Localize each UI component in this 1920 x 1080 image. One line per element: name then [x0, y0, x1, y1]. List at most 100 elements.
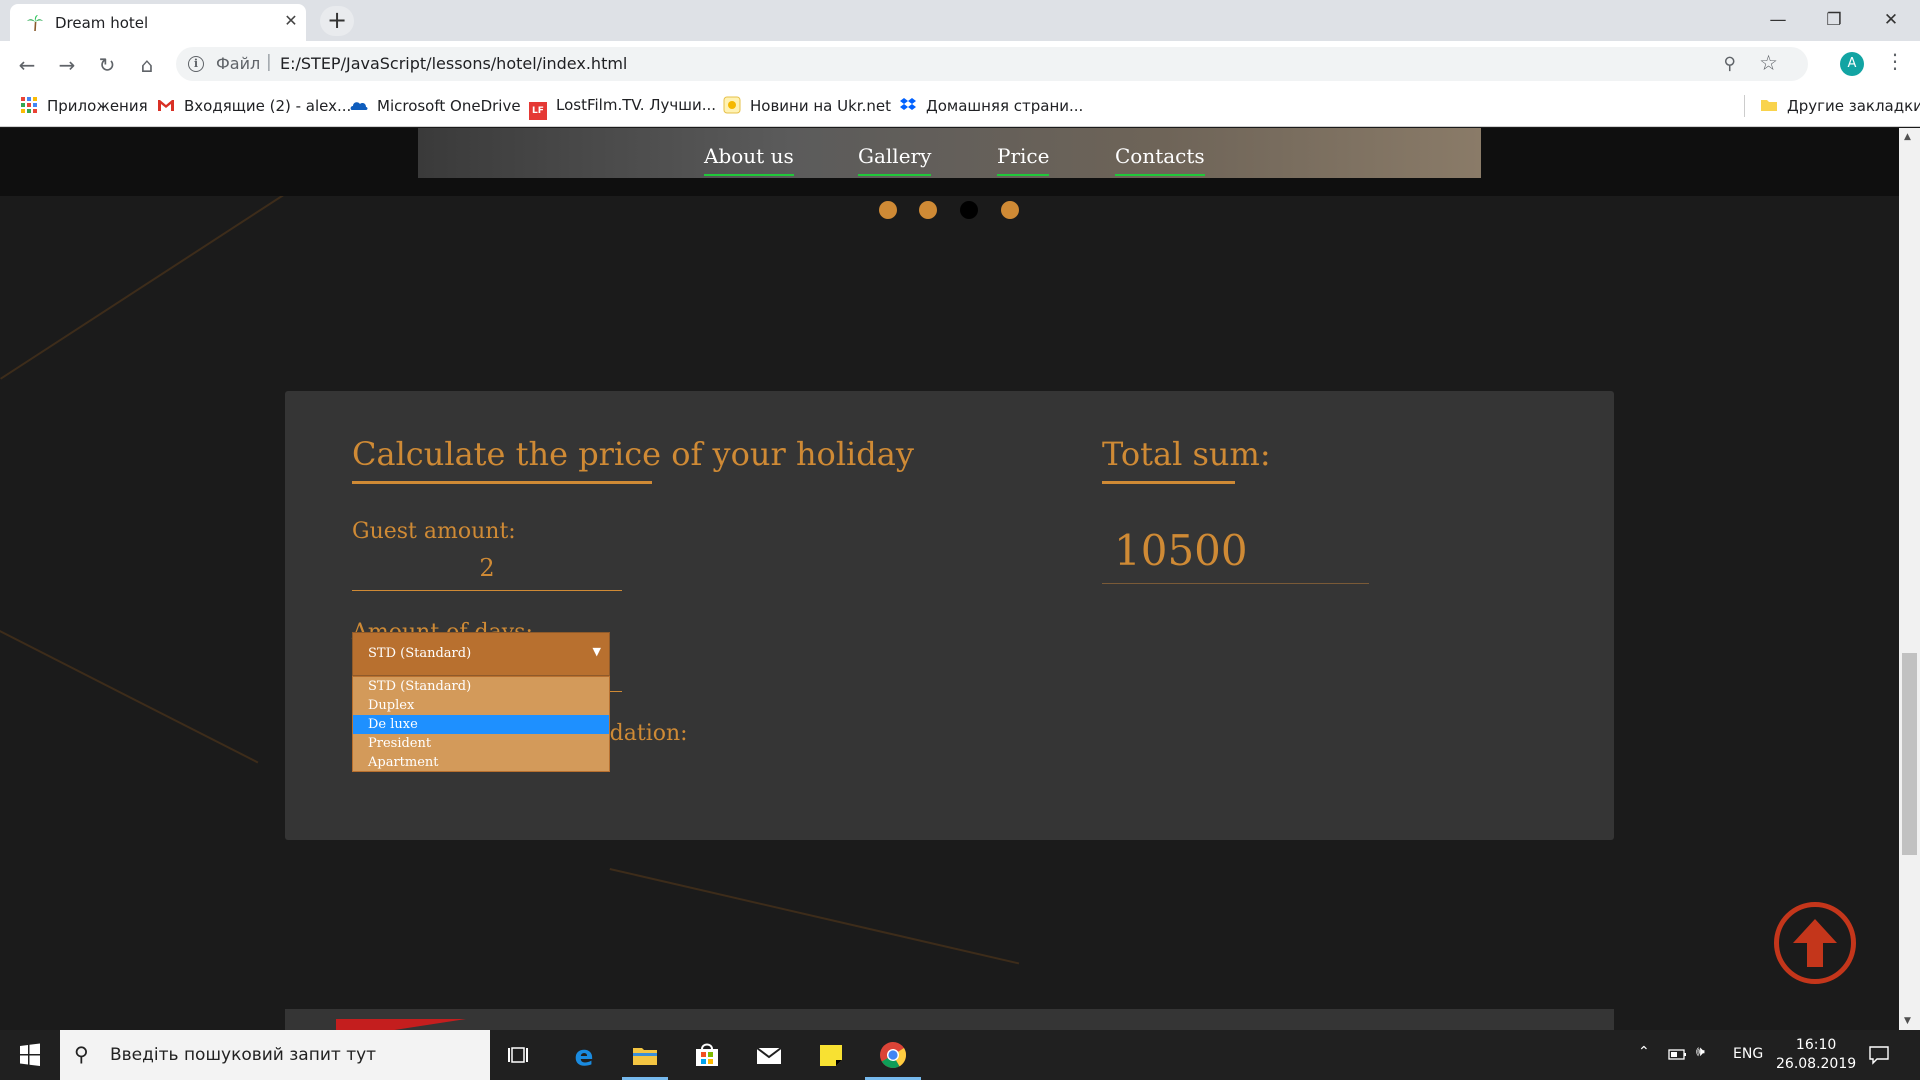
tab-title: Dream hotel — [55, 14, 149, 32]
select-current-value: STD (Standard) — [368, 646, 472, 661]
bookmark-label: Microsoft OneDrive — [377, 97, 521, 115]
bookmark-lostfilm[interactable]: LF LostFilm.TV. Лучши... — [529, 96, 716, 120]
scroll-down-arrow-icon[interactable]: ▼ — [1904, 1016, 1911, 1026]
guest-amount-label: Guest amount: — [352, 519, 516, 544]
edge-browser-icon[interactable]: e — [569, 1040, 599, 1070]
task-view-icon[interactable] — [505, 1040, 535, 1070]
bookmark-home-page[interactable]: Домашняя страни... — [899, 96, 1083, 115]
browser-toolbar: ← → ↻ ⌂ i Файл | E:/STEP/JavaScript/less… — [0, 41, 1920, 87]
page-scrollbar[interactable]: ▲ ▼ — [1899, 128, 1920, 1030]
kebab-menu-icon[interactable]: ⋮ — [1885, 49, 1905, 73]
slider-dot-active[interactable] — [960, 201, 978, 219]
decorative-line — [0, 181, 304, 380]
bookmark-apps[interactable]: Приложения — [20, 96, 148, 115]
option-deluxe[interactable]: De luxe — [353, 715, 609, 734]
store-icon[interactable] — [692, 1040, 722, 1070]
close-tab-icon[interactable]: ✕ — [280, 10, 302, 32]
restore-icon[interactable]: ❐ — [1814, 8, 1854, 32]
next-section-panel — [285, 1009, 1614, 1030]
browser-tabstrip: Dream hotel ✕ + — ❐ ✕ — [0, 0, 1920, 41]
slider-dot[interactable] — [919, 201, 937, 219]
profile-avatar[interactable]: A — [1840, 52, 1864, 76]
address-bar[interactable]: i Файл | E:/STEP/JavaScript/lessons/hote… — [176, 47, 1808, 81]
bookmarks-divider — [1744, 95, 1745, 117]
decorative-line — [609, 868, 1020, 965]
file-explorer-icon[interactable] — [630, 1040, 660, 1070]
nav-about-us[interactable]: About us — [704, 144, 794, 176]
reload-icon[interactable]: ↻ — [93, 51, 121, 79]
url-text[interactable]: E:/STEP/JavaScript/lessons/hotel/index.h… — [280, 54, 627, 73]
nav-price[interactable]: Price — [997, 144, 1050, 176]
calculator-title: Calculate the price of your holiday — [352, 435, 914, 473]
bookmark-label: Новини на Ukr.net — [750, 97, 891, 115]
bookmark-onedrive[interactable]: Microsoft OneDrive — [350, 96, 521, 115]
battery-icon[interactable] — [1668, 1046, 1688, 1062]
chrome-icon[interactable] — [878, 1040, 908, 1070]
decorative-line — [0, 630, 259, 764]
mail-icon[interactable] — [754, 1040, 784, 1070]
onedrive-cloud-icon — [350, 102, 368, 110]
clock-time: 16:10 — [1795, 1037, 1837, 1053]
dropbox-icon — [900, 98, 916, 110]
close-window-icon[interactable]: ✕ — [1871, 8, 1911, 32]
new-tab-button[interactable]: + — [320, 6, 354, 36]
ukrnet-icon — [723, 96, 741, 114]
bookmark-label: Входящие (2) - alex... — [184, 97, 352, 115]
nav-contacts[interactable]: Contacts — [1115, 144, 1205, 176]
bookmark-label: Другие закладки — [1787, 97, 1920, 115]
page-viewport: About us Gallery Price Contacts Calculat… — [0, 128, 1899, 1030]
sticky-notes-icon[interactable] — [816, 1040, 846, 1070]
option-president[interactable]: President — [353, 734, 609, 753]
folder-icon — [1761, 100, 1777, 111]
url-separator: | — [266, 52, 272, 72]
lostfilm-icon: LF — [529, 102, 547, 120]
home-icon[interactable]: ⌂ — [133, 51, 161, 79]
price-calculator: Calculate the price of your holiday Gues… — [285, 391, 1614, 840]
zoom-icon[interactable]: ⚲ — [1724, 54, 1736, 74]
bookmark-gmail[interactable]: Входящие (2) - alex... — [157, 96, 351, 115]
gmail-icon — [158, 100, 174, 111]
option-apartment[interactable]: Apartment — [353, 753, 609, 772]
minimize-icon[interactable]: — — [1758, 8, 1798, 32]
accommodation-options: STD (Standard) Duplex De luxe President … — [352, 676, 610, 772]
option-standard[interactable]: STD (Standard) — [353, 677, 609, 696]
bookmark-other[interactable]: Другие закладки — [1760, 96, 1920, 115]
bookmark-star-icon[interactable]: ☆ — [1759, 51, 1778, 75]
slider-dot[interactable] — [1001, 201, 1019, 219]
windows-taskbar: ⚲ Введіть пошуковий запит тут e ⌃ 🕪 ENG … — [0, 1030, 1920, 1080]
taskbar-clock[interactable]: 16:10 26.08.2019 — [1776, 1036, 1856, 1074]
guest-amount-input[interactable]: 2 — [352, 551, 622, 591]
total-underline — [1102, 481, 1235, 484]
windows-start-icon[interactable] — [0, 1030, 60, 1080]
bookmark-label: Домашняя страни... — [926, 97, 1084, 115]
title-underline — [352, 481, 652, 484]
language-indicator[interactable]: ENG — [1733, 1046, 1763, 1062]
apps-grid-icon — [21, 97, 37, 113]
forward-arrow-icon[interactable]: → — [53, 51, 81, 79]
scrollbar-thumb[interactable] — [1902, 653, 1917, 855]
chevron-up-icon[interactable]: ⌃ — [1638, 1044, 1650, 1060]
browser-tab[interactable]: Dream hotel ✕ — [10, 4, 306, 41]
url-scheme: Файл — [216, 54, 261, 73]
site-navigation: About us Gallery Price Contacts — [0, 128, 1899, 196]
site-info-icon[interactable]: i — [188, 56, 204, 72]
scroll-to-top-icon[interactable] — [1774, 902, 1856, 984]
svg-text:e: e — [575, 1040, 594, 1070]
taskbar-search[interactable]: ⚲ Введіть пошуковий запит тут — [60, 1030, 490, 1080]
accommodation-select[interactable]: STD (Standard) ▼ — [352, 632, 610, 676]
red-decorative-shape — [336, 1019, 466, 1030]
slider-dot[interactable] — [879, 201, 897, 219]
total-sum-label: Total sum: — [1102, 435, 1271, 473]
chevron-down-icon: ▼ — [592, 645, 601, 658]
notifications-icon[interactable] — [1868, 1044, 1890, 1066]
scroll-up-arrow-icon[interactable]: ▲ — [1904, 132, 1911, 142]
bookmark-ukrnet[interactable]: Новини на Ukr.net — [723, 96, 891, 115]
header-photo — [418, 128, 1481, 178]
volume-icon[interactable]: 🕪 — [1696, 1044, 1705, 1060]
nav-gallery[interactable]: Gallery — [858, 144, 932, 176]
bookmarks-bar: Приложения Входящие (2) - alex... Micros… — [0, 87, 1920, 127]
back-arrow-icon[interactable]: ← — [13, 51, 41, 79]
option-duplex[interactable]: Duplex — [353, 696, 609, 715]
bookmark-label: LostFilm.TV. Лучши... — [556, 96, 717, 114]
search-placeholder: Введіть пошуковий запит тут — [110, 1045, 377, 1065]
